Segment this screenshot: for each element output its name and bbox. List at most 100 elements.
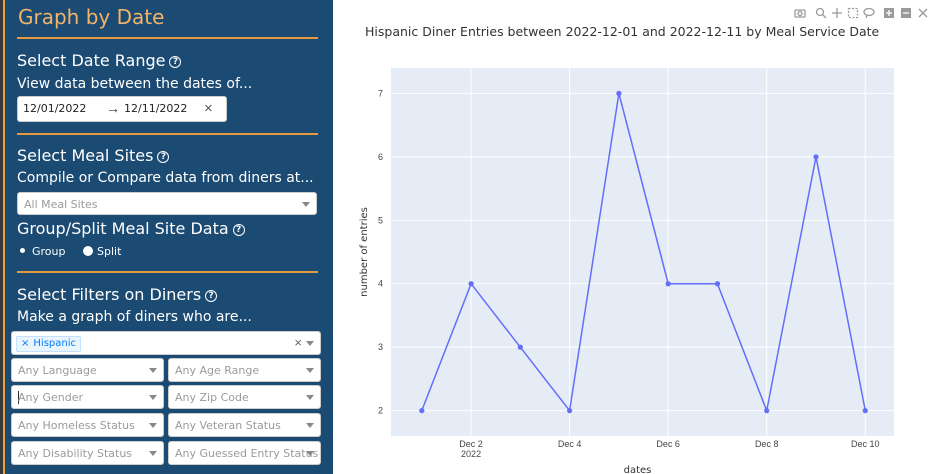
meal-sites-dropdown[interactable]: All Meal Sites <box>17 192 317 215</box>
autoscale-icon[interactable] <box>918 8 928 18</box>
clear-all-icon[interactable]: × <box>294 335 302 350</box>
start-date-input[interactable]: 12/01/2022 <box>23 102 86 115</box>
x-tick-label: Dec 6 <box>656 439 680 449</box>
language-dropdown[interactable]: Any Language <box>11 358 164 382</box>
x-axis-label: dates <box>624 465 652 474</box>
meal-sites-heading: Select Meal Sites? <box>17 146 170 165</box>
date-range-picker[interactable]: 12/01/2022 → 12/11/2022 × <box>17 96 227 122</box>
y-tick-label: 7 <box>378 88 383 98</box>
end-date-input[interactable]: 12/11/2022 <box>124 102 187 115</box>
x-tick-sublabel: 2022 <box>461 449 481 459</box>
y-tick-label: 2 <box>378 406 383 416</box>
gender-dropdown[interactable]: Any Gender <box>11 385 164 409</box>
data-point <box>714 281 721 287</box>
sidebar-edge <box>0 0 8 474</box>
line-chart[interactable]: 2 3 4 5 6 7 Dec 22022 Dec 4 Dec 6 Dec 8 Dec 10 Hisp… <box>334 0 936 474</box>
data-point <box>468 281 474 287</box>
radio-selected-icon <box>20 248 25 253</box>
chevron-down-icon <box>306 423 314 428</box>
chevron-down-icon <box>302 202 310 207</box>
dropdown-placeholder: Any Disability Status <box>18 447 133 460</box>
age-range-dropdown[interactable]: Any Age Range <box>168 358 321 382</box>
chevron-down-icon <box>306 395 314 400</box>
divider <box>17 271 318 273</box>
chevron-down-icon <box>149 423 157 428</box>
group-split-heading-text: Group/Split Meal Site Data <box>17 219 229 238</box>
filter-tag: × Hispanic <box>16 336 81 352</box>
group-split-radio: Group Split <box>18 245 121 258</box>
data-point <box>862 408 868 414</box>
data-point <box>567 408 573 414</box>
radio-split-label: Split <box>97 245 122 258</box>
veteran-status-dropdown[interactable]: Any Veteran Status <box>168 413 321 437</box>
radio-unselected-icon <box>83 246 93 256</box>
dropdown-placeholder: Any Zip Code <box>175 391 249 404</box>
divider <box>17 37 318 39</box>
dropdown-placeholder: Any Homeless Status <box>18 419 135 432</box>
filters-subtitle: Make a graph of diners who are... <box>17 309 252 325</box>
y-tick-label: 3 <box>378 342 383 352</box>
chevron-down-icon <box>306 368 314 373</box>
guessed-entry-status-dropdown[interactable]: Any Guessed Entry Status <box>168 441 321 465</box>
y-tick-label: 4 <box>378 279 383 289</box>
box-select-icon[interactable] <box>847 7 859 19</box>
lasso-icon[interactable] <box>863 7 875 19</box>
chevron-down-icon <box>149 395 157 400</box>
zoom-icon[interactable] <box>815 7 827 19</box>
x-tick-label: Dec 10 <box>851 439 880 449</box>
data-point <box>813 154 819 160</box>
dropdown-placeholder: Any Language <box>18 364 97 377</box>
homeless-status-dropdown[interactable]: Any Homeless Status <box>11 413 164 437</box>
dropdown-placeholder: Any Guessed Entry Status <box>175 447 319 460</box>
chart-panel: 2 3 4 5 6 7 Dec 2 2022 Dec 4 Dec 6 Dec 8 Dec 10 Hisp… <box>334 0 936 474</box>
y-axis-label: number of entries <box>359 207 370 297</box>
camera-icon[interactable] <box>794 9 806 18</box>
pan-icon[interactable] <box>832 8 842 18</box>
date-range-subtitle: View data between the dates of... <box>17 76 253 92</box>
data-point <box>419 408 425 414</box>
arrow-right-icon: → <box>106 100 120 116</box>
radio-split[interactable]: Split <box>69 245 121 258</box>
radio-group-label: Group <box>32 245 66 258</box>
help-icon[interactable]: ? <box>232 224 245 236</box>
chevron-down-icon <box>149 368 157 373</box>
x-tick-label: Dec 2 <box>459 439 483 449</box>
help-icon[interactable]: ? <box>169 56 182 68</box>
chevron-down-icon <box>306 341 314 346</box>
zip-code-dropdown[interactable]: Any Zip Code <box>168 385 321 409</box>
data-point <box>616 90 622 96</box>
sidebar-title: Graph by Date <box>18 5 165 29</box>
x-tick-label: Dec 8 <box>755 439 779 449</box>
date-range-heading-text: Select Date Range <box>17 51 166 70</box>
zoom-in-icon[interactable] <box>884 8 894 18</box>
divider <box>17 133 318 135</box>
data-point <box>517 344 523 350</box>
disability-status-dropdown[interactable]: Any Disability Status <box>11 441 164 465</box>
dropdown-placeholder: Any Age Range <box>175 364 260 377</box>
help-icon[interactable]: ? <box>205 290 218 302</box>
zoom-out-icon[interactable] <box>901 8 911 18</box>
radio-group[interactable]: Group <box>18 245 66 258</box>
meal-sites-subtitle: Compile or Compare data from diners at..… <box>17 170 314 186</box>
meal-sites-placeholder: All Meal Sites <box>24 198 98 211</box>
meal-sites-heading-text: Select Meal Sites <box>17 146 154 165</box>
ethnicity-multiselect[interactable]: × Hispanic × <box>11 331 321 355</box>
data-point <box>665 281 671 287</box>
x-tick-label: Dec 4 <box>558 439 582 449</box>
clear-dates-icon[interactable]: × <box>204 100 213 117</box>
help-icon[interactable]: ? <box>157 151 170 163</box>
chart-title: Hispanic Diner Entries between 2022-12-0… <box>365 24 880 39</box>
filters-heading: Select Filters on Diners? <box>17 285 218 304</box>
filters-heading-text: Select Filters on Diners <box>17 285 202 304</box>
chevron-down-icon <box>149 451 157 456</box>
y-tick-label: 5 <box>378 215 383 225</box>
data-point <box>764 408 770 414</box>
dropdown-placeholder: Any Gender <box>18 391 84 404</box>
sidebar: Graph by Date Select Date Range? View da… <box>0 0 333 474</box>
y-tick-label: 6 <box>378 152 383 162</box>
tag-remove-icon[interactable]: × <box>21 338 29 349</box>
plot-background <box>391 68 894 436</box>
date-range-heading: Select Date Range? <box>17 51 182 70</box>
chevron-down-icon <box>306 451 314 456</box>
dropdown-placeholder: Any Veteran Status <box>175 419 281 432</box>
